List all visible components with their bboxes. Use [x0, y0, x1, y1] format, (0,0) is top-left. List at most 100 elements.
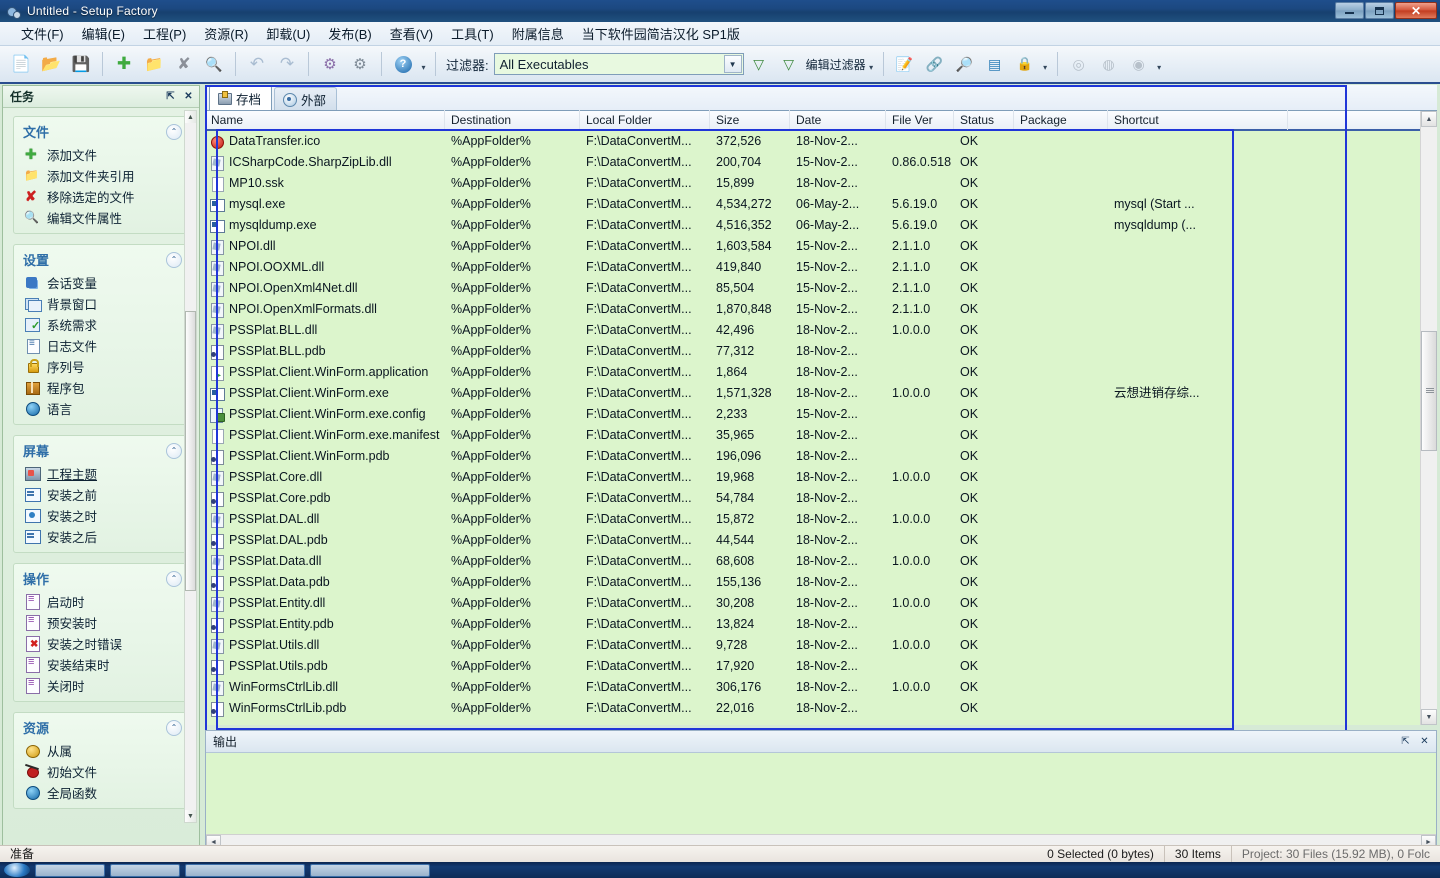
column-header-name[interactable]: Name [205, 110, 445, 130]
table-row[interactable]: ICSharpCode.SharpZipLib.dll %AppFolder% F:… [205, 152, 1420, 173]
undo-icon[interactable]: ↶ [243, 50, 271, 78]
task-item-after-install-screen[interactable]: 安装之后 [14, 526, 188, 547]
task-item-background-window[interactable]: 背景窗口 [14, 293, 188, 314]
close-button[interactable]: ✕ [1395, 2, 1437, 19]
table-row[interactable]: PSSPlat.Client.WinForm.exe.config %AppFol… [205, 404, 1420, 425]
task-item-on-pre-install-action[interactable]: 预安装时 [14, 612, 188, 633]
chevron-up-icon[interactable]: ⌃ [166, 719, 182, 736]
task-item-project-theme[interactable]: 工程主题 [14, 463, 188, 484]
minimize-button[interactable] [1335, 2, 1364, 19]
task-item-during-install-screen[interactable]: 安装之时 [14, 505, 188, 526]
extra-dropdown-caret[interactable]: ▾ [1154, 51, 1165, 77]
scroll-down-icon[interactable]: ▼ [185, 810, 196, 822]
settings-icon[interactable]: ⚙ [346, 50, 374, 78]
maximize-button[interactable] [1365, 2, 1394, 19]
list-icon[interactable]: ▤ [981, 50, 1009, 78]
task-item-session-variables[interactable]: 会话变量 [14, 272, 188, 293]
task-item-remove-selected-file[interactable]: 移除选定的文件 [14, 186, 188, 207]
task-item-global-functions[interactable]: 全局函数 [14, 782, 188, 803]
table-row[interactable]: PSSPlat.Utils.dll %AppFolder% F:\DataConve… [205, 635, 1420, 656]
taskbar-button[interactable] [110, 863, 180, 877]
task-item-add-file[interactable]: 添加文件 [14, 144, 188, 165]
add-file-icon[interactable]: ✚ [110, 50, 138, 78]
chevron-down-icon[interactable]: ▼ [723, 55, 742, 73]
new-project-icon[interactable]: 📄 [7, 50, 35, 78]
edit-filter-label[interactable]: 编辑过滤器 [806, 56, 866, 73]
save-project-icon[interactable]: 💾 [67, 50, 95, 78]
table-row[interactable]: PSSPlat.Client.WinForm.application %AppFo… [205, 362, 1420, 383]
table-row[interactable]: PSSPlat.Data.pdb %AppFolder% F:\DataConver… [205, 572, 1420, 593]
build-icon[interactable]: ⚙ [316, 50, 344, 78]
task-item-language-globe[interactable]: 语言 [14, 398, 188, 419]
table-row[interactable]: mysql.exe %AppFolder% F:\DataConvertM... 4,… [205, 194, 1420, 215]
remove-file-icon[interactable]: ✘ [170, 50, 198, 78]
lock-icon[interactable]: 🔒 [1011, 50, 1039, 78]
column-header-shortcut[interactable]: Shortcut [1108, 110, 1288, 130]
run-icon[interactable]: ◎ [1065, 50, 1093, 78]
tab-archive[interactable]: 存档 [209, 85, 273, 110]
scrollbar-thumb[interactable] [185, 311, 196, 591]
column-header-destination[interactable]: Destination [445, 110, 580, 130]
column-header-size[interactable]: Size [710, 110, 790, 130]
help-dropdown-caret[interactable]: ▾ [418, 51, 429, 77]
table-row[interactable]: PSSPlat.Utils.pdb %AppFolder% F:\DataConve… [205, 656, 1420, 677]
task-item-add-folder-reference[interactable]: 添加文件夹引用 [14, 165, 188, 186]
help-icon[interactable]: ? [389, 50, 417, 78]
redo-icon[interactable]: ↷ [273, 50, 301, 78]
open-project-icon[interactable]: 📂 [37, 50, 65, 78]
table-row[interactable]: PSSPlat.Client.WinForm.pdb %AppFolder% F:\… [205, 446, 1420, 467]
table-row[interactable]: NPOI.OpenXml4Net.dll %AppFolder% F:\DataCo… [205, 278, 1420, 299]
task-item-dependencies[interactable]: 从属 [14, 740, 188, 761]
task-item-on-install-error-action[interactable]: 安装之时错误 [14, 633, 188, 654]
column-header-local-folder[interactable]: Local Folder [580, 110, 710, 130]
menu-tools[interactable]: 工具(T) [442, 21, 503, 46]
menu-file[interactable]: 文件(F) [12, 21, 73, 46]
table-row[interactable]: PSSPlat.Client.WinForm.exe.manifest %AppF… [205, 425, 1420, 446]
taskbar-button[interactable] [35, 863, 105, 877]
task-panel-scrollbar[interactable]: ▲ ▼ [184, 110, 197, 823]
start-orb-icon[interactable] [4, 863, 30, 877]
column-header-file-ver[interactable]: File Ver [886, 110, 954, 130]
scroll-down-icon[interactable]: ▼ [1421, 709, 1437, 725]
task-item-primer-file[interactable]: 初始文件 [14, 761, 188, 782]
preview-icon[interactable]: 🔎 [951, 50, 979, 78]
menu-about[interactable]: 附属信息 [503, 21, 573, 46]
chevron-up-icon[interactable]: ⌃ [166, 570, 182, 587]
task-item-on-startup-action[interactable]: 启动时 [14, 591, 188, 612]
column-header-status[interactable]: Status [954, 110, 1014, 130]
table-row[interactable]: WinFormsCtrlLib.dll %AppFolder% F:\DataCon… [205, 677, 1420, 698]
task-item-on-shutdown-action[interactable]: 关闭时 [14, 675, 188, 696]
apply-filter-icon[interactable]: ▽ [745, 50, 773, 78]
taskbar-button[interactable] [185, 863, 305, 877]
chevron-up-icon[interactable]: ⌃ [166, 123, 182, 140]
table-row[interactable]: PSSPlat.DAL.pdb %AppFolder% F:\DataConvert… [205, 530, 1420, 551]
edit-filter-caret[interactable]: ▾ [866, 51, 877, 77]
task-item-serial-number[interactable]: 序列号 [14, 356, 188, 377]
table-row[interactable]: PSSPlat.DAL.dll %AppFolder% F:\DataConvert… [205, 509, 1420, 530]
menu-view[interactable]: 查看(V) [381, 21, 442, 46]
task-item-system-requirements[interactable]: 系统需求 [14, 314, 188, 335]
table-row[interactable]: NPOI.dll %AppFolder% F:\DataConvertM... 1,6… [205, 236, 1420, 257]
task-item-log-file[interactable]: 日志文件 [14, 335, 188, 356]
add-folder-icon[interactable]: 📁 [140, 50, 168, 78]
clear-filter-icon[interactable]: ▽ [775, 50, 803, 78]
file-properties-icon[interactable]: 🔍 [200, 50, 228, 78]
menu-project[interactable]: 工程(P) [134, 21, 195, 46]
menu-uninstall[interactable]: 卸载(U) [257, 21, 319, 46]
menu-localization-credit[interactable]: 当下软件园简洁汉化 SP1版 [573, 21, 749, 46]
table-row[interactable]: PSSPlat.BLL.dll %AppFolder% F:\DataConvert… [205, 320, 1420, 341]
task-item-package[interactable]: 程序包 [14, 377, 188, 398]
table-row[interactable]: NPOI.OOXML.dll %AppFolder% F:\DataConvertM… [205, 257, 1420, 278]
chevron-up-icon[interactable]: ⌃ [166, 251, 182, 268]
table-row[interactable]: NPOI.OpenXmlFormats.dll %AppFolder% F:\Dat… [205, 299, 1420, 320]
close-panel-icon[interactable]: ✕ [1417, 734, 1432, 749]
table-row[interactable]: MP10.ssk %AppFolder% F:\DataConvertM... 15,… [205, 173, 1420, 194]
table-row[interactable]: mysqldump.exe %AppFolder% F:\DataConvertM.… [205, 215, 1420, 236]
table-row[interactable]: DataTransfer.ico %AppFolder% F:\DataConver… [205, 131, 1420, 152]
taskbar-button[interactable] [310, 863, 430, 877]
tools-dropdown-caret[interactable]: ▾ [1040, 51, 1051, 77]
column-header-date[interactable]: Date [790, 110, 886, 130]
refresh-icon[interactable]: ◍ [1095, 50, 1123, 78]
scrollbar-thumb[interactable] [1421, 331, 1437, 451]
file-list-scrollbar[interactable]: ▲ ▼ [1420, 111, 1437, 725]
